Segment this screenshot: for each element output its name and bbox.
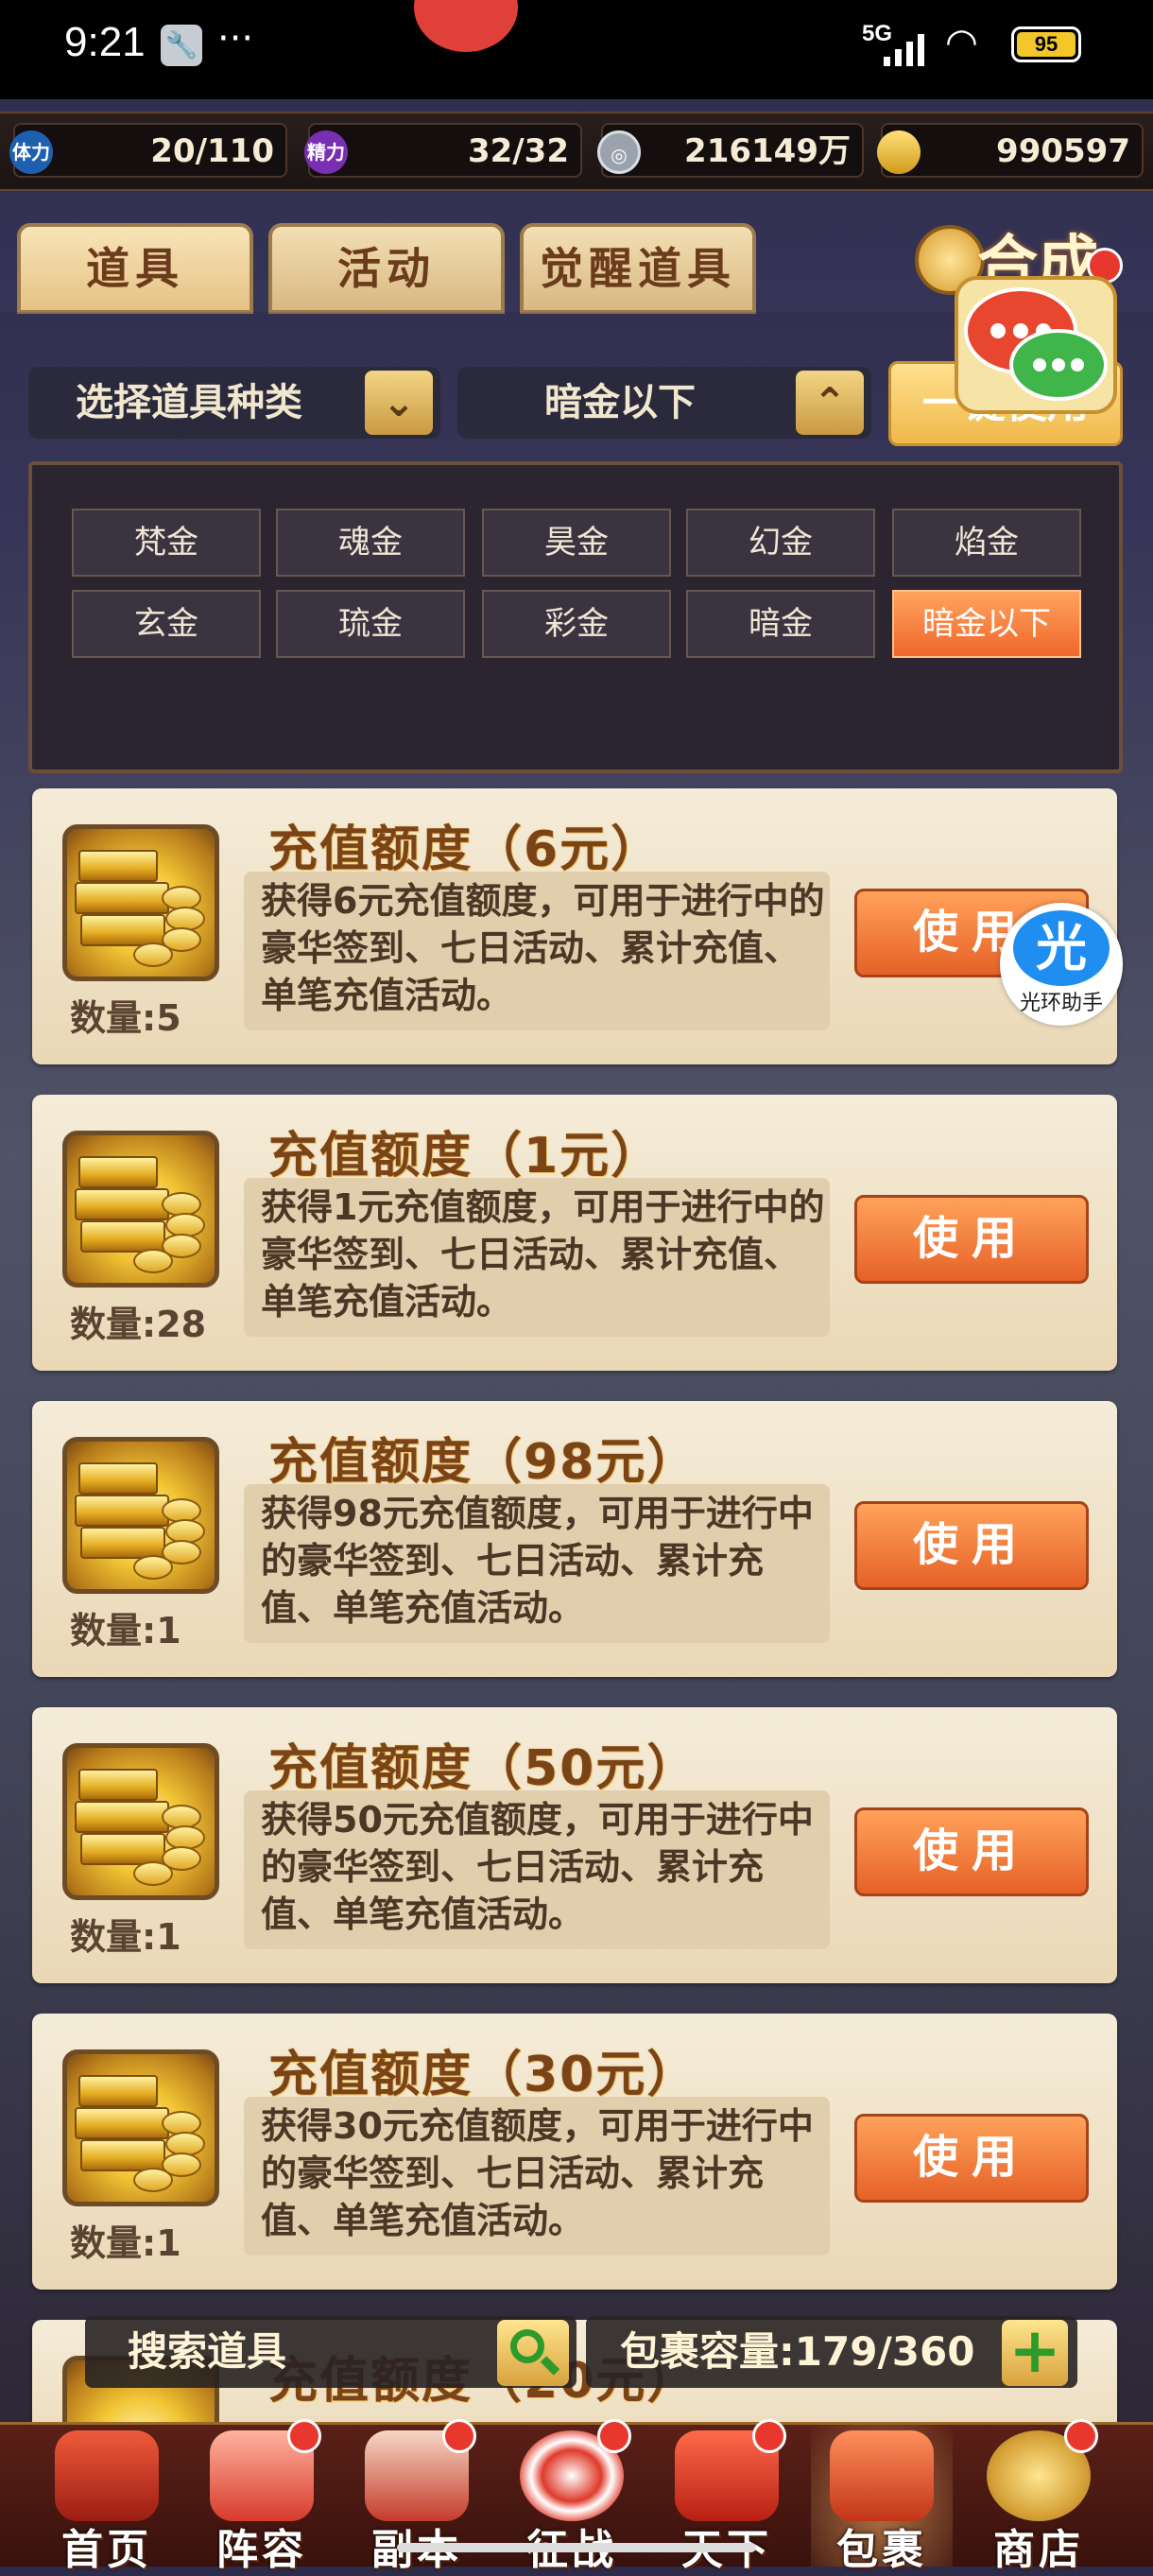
signal-icon [884,28,931,66]
notification-dot [597,2419,631,2453]
status-bar: 9:21 🔧 ··· 5G ◠ 95 [0,0,1153,99]
stamina-icon: 体力 [9,130,53,174]
item-description: 获得6元充值额度，可用于进行中的豪华签到、七日活动、累计充值、单笔充值活动。 [261,880,825,1016]
tab-items[interactable]: 道具 [17,223,253,314]
item-title: 充值额度（30元） [268,2047,698,2103]
energy-display: 精力 32/32 [304,123,582,178]
use-button[interactable]: 使用 [854,1807,1089,1896]
notification-dot [1064,2419,1098,2453]
filter-option[interactable]: 魂金 [276,509,465,577]
stamina-value: 20/110 [150,132,274,170]
item-quantity: 数量:28 [70,1304,207,1345]
expand-capacity-button[interactable]: + [1002,2320,1068,2386]
gold-bars-icon [62,2049,219,2206]
nav-label: 阵容 [216,2526,307,2574]
item-description: 获得30元充值额度，可用于进行中的豪华签到、七日活动、累计充值、单笔充值活动。 [261,2105,814,2241]
filter-option[interactable]: 焰金 [892,509,1081,577]
assistant-logo-icon: 光 [1013,910,1110,986]
search-button[interactable] [497,2320,569,2386]
notification-dot [752,2419,786,2453]
notification-dot [287,2419,321,2453]
assistant-label: 光环助手 [1019,992,1103,1015]
item-description: 获得98元充值额度，可用于进行中的豪华签到、七日活动、累计充值、单笔充值活动。 [261,1493,814,1629]
item-description-box: 获得50元充值额度，可用于进行中的豪华签到、七日活动、累计充值、单笔充值活动。 [244,1790,830,1949]
item-title: 充值额度（98元） [268,1434,698,1491]
ingot-icon [877,130,921,174]
nav-shop[interactable]: 商店 [968,2419,1110,2574]
nav-label: 首页 [61,2526,152,2574]
item-type-dropdown-label: 选择道具种类 [76,381,302,424]
grade-filter-panel: 梵金 魂金 昊金 幻金 焰金 玄金 琉金 彩金 暗金 暗金以下 [28,461,1123,773]
item-description: 获得1元充值额度，可用于进行中的豪华签到、七日活动、累计充值、单笔充值活动。 [261,1186,825,1323]
battery-level: 95 [1017,32,1076,57]
floating-notification-icon[interactable] [414,0,518,52]
item-quantity: 数量:1 [70,1610,181,1651]
grade-dropdown-label: 暗金以下 [544,381,696,424]
more-icon: ··· [217,17,254,61]
item-card: 数量:1 充值额度（30元） 获得30元充值额度，可用于进行中的豪华签到、七日活… [32,2014,1117,2290]
filter-option[interactable]: 梵金 [72,509,261,577]
gold-bars-icon [62,1743,219,1900]
item-description-box: 获得30元充值额度，可用于进行中的豪华签到、七日活动、累计充值、单笔充值活动。 [244,2097,830,2256]
coin-icon: ◎ [597,130,641,174]
grade-dropdown[interactable]: 暗金以下 ⌃ [457,367,871,439]
tab-awakening-items[interactable]: 觉醒道具 [520,223,756,314]
energy-icon: 精力 [304,130,348,174]
filter-option[interactable]: 彩金 [482,590,671,658]
gold-bars-icon [62,1437,219,1594]
item-card: 数量:28 充值额度（1元） 获得1元充值额度，可用于进行中的豪华签到、七日活动… [32,1095,1117,1371]
stamina-display: 体力 20/110 [9,123,287,178]
tab-events[interactable]: 活动 [268,223,505,314]
battery-icon: 95 [1011,26,1081,62]
palace-icon [55,2430,159,2521]
item-card: 数量:1 充值额度（98元） 获得98元充值额度，可用于进行中的豪华签到、七日活… [32,1401,1117,1677]
item-quantity: 数量:1 [70,1916,181,1958]
item-description: 获得50元充值额度，可用于进行中的豪华签到、七日活动、累计充值、单笔充值活动。 [261,1799,814,1935]
wrench-icon: 🔧 [161,25,202,66]
item-type-dropdown[interactable]: 选择道具种类 ⌄ [28,367,440,439]
use-button[interactable]: 使用 [854,1501,1089,1590]
item-description-box: 获得6元充值额度，可用于进行中的豪华签到、七日活动、累计充值、单笔充值活动。 [244,872,830,1030]
ingots-display: 990597 [877,123,1144,178]
item-quantity: 数量:5 [70,997,181,1039]
bag-icon [830,2430,934,2521]
chevron-down-icon: ⌄ [365,371,433,435]
home-indicator[interactable] [397,2543,756,2552]
item-card: 数量:5 充值额度（6元） 获得6元充值额度，可用于进行中的豪华签到、七日活动、… [32,788,1117,1064]
item-title: 充值额度（6元） [268,821,663,878]
filter-option[interactable]: 玄金 [72,590,261,658]
use-button[interactable]: 使用 [854,2114,1089,2203]
nav-lineup[interactable]: 阵容 [191,2419,333,2574]
gold-bars-icon [62,824,219,981]
item-quantity: 数量:1 [70,2222,181,2264]
use-button[interactable]: 使用 [854,1195,1089,1284]
item-title: 充值额度（50元） [268,1740,698,1797]
search-icon [510,2329,544,2363]
ingots-value: 990597 [996,132,1130,170]
nav-label: 包裹 [836,2526,927,2574]
nav-label: 商店 [993,2526,1084,2574]
wifi-icon: ◠ [945,21,978,64]
filter-option[interactable]: 暗金 [686,590,875,658]
filter-option-selected[interactable]: 暗金以下 [892,590,1081,658]
assistant-float-button[interactable]: 光 光环助手 [1000,903,1123,1026]
coins-value: 216149万 [684,132,851,170]
notification-dot [442,2419,476,2453]
item-description-box: 获得1元充值额度，可用于进行中的豪华签到、七日活动、累计充值、单笔充值活动。 [244,1178,830,1337]
chevron-up-icon: ⌃ [796,371,864,435]
nav-bag[interactable]: 包裹 [811,2425,953,2574]
item-description-box: 获得98元充值额度，可用于进行中的豪华签到、七日活动、累计充值、单笔充值活动。 [244,1484,830,1643]
filter-option[interactable]: 昊金 [482,509,671,577]
coins-display: ◎ 216149万 [597,123,864,178]
nav-home[interactable]: 首页 [36,2425,178,2574]
chat-icon[interactable] [953,274,1119,416]
gold-bars-icon [62,1131,219,1288]
filter-option[interactable]: 幻金 [686,509,875,577]
filter-option[interactable]: 琉金 [276,590,465,658]
resource-bar: 体力 20/110 精力 32/32 ◎ 216149万 990597 [0,112,1153,191]
item-card: 数量:1 充值额度（50元） 获得50元充值额度，可用于进行中的豪华签到、七日活… [32,1707,1117,1983]
item-title: 充值额度（1元） [268,1128,663,1184]
clock: 9:21 [64,19,146,65]
energy-value: 32/32 [467,132,569,170]
